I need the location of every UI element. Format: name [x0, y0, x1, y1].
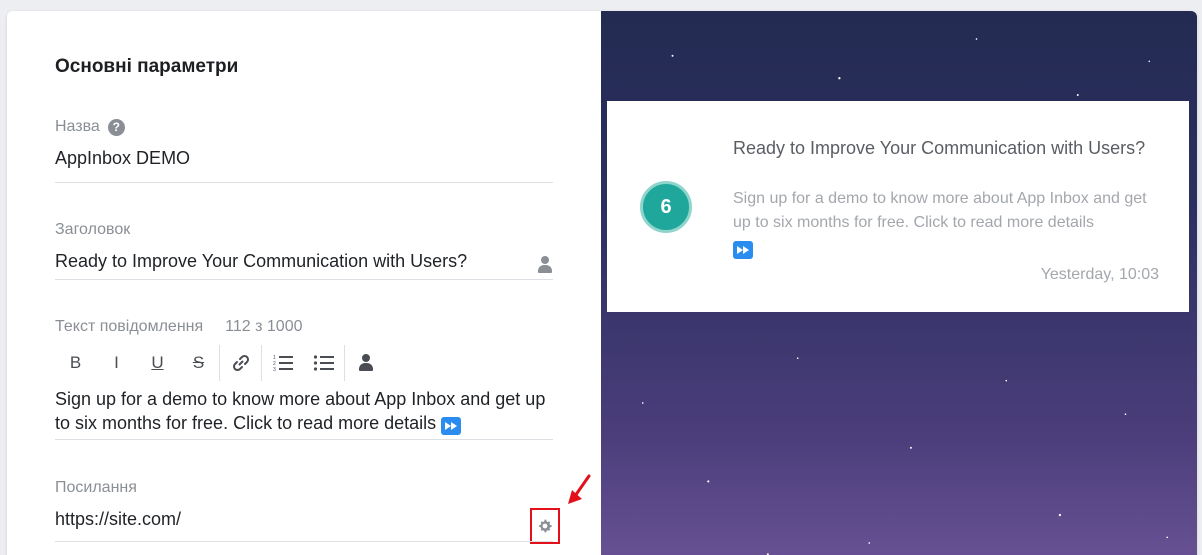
name-field-underline — [55, 182, 553, 183]
notification-preview: 6 Ready to Improve Your Communication wi… — [607, 101, 1189, 312]
personalization-person-icon[interactable] — [538, 256, 552, 274]
bulleted-list-button[interactable] — [303, 344, 344, 382]
name-field[interactable]: AppInbox DEMO — [55, 146, 190, 170]
bold-button[interactable]: B — [55, 344, 96, 382]
strikethrough-button[interactable]: S — [178, 344, 219, 382]
header-label: Заголовок — [55, 221, 131, 238]
fast-forward-icon — [441, 417, 462, 435]
header-field-underline — [55, 279, 553, 280]
svg-text:3: 3 — [273, 367, 276, 373]
link-field-underline — [55, 541, 553, 542]
notification-body-wrap: Sign up for a demo to know more about Ap… — [733, 187, 1153, 261]
link-icon — [232, 354, 249, 372]
italic-button[interactable]: I — [96, 344, 137, 382]
notification-timestamp: Yesterday, 10:03 — [1040, 266, 1159, 283]
red-arrow — [568, 474, 591, 504]
character-counter: 112 з 1000 — [225, 318, 303, 335]
underline-button[interactable]: U — [137, 344, 178, 382]
preview-pane: 6 Ready to Improve Your Communication wi… — [601, 11, 1197, 555]
numbered-list-button[interactable]: 1 2 3 — [262, 344, 303, 382]
fast-forward-icon — [733, 241, 753, 259]
link-button[interactable] — [220, 344, 261, 382]
numbered-list-icon: 1 2 3 — [273, 355, 293, 373]
message-text-field[interactable]: Sign up for a demo to know more about Ap… — [55, 387, 560, 435]
text-format-toolbar: B I U S 1 2 3 — [55, 344, 386, 382]
message-field-underline — [55, 439, 553, 440]
name-label: Назва — [55, 118, 100, 135]
bulleted-list-icon — [313, 355, 334, 371]
link-settings-button[interactable] — [530, 508, 560, 544]
person-icon — [358, 354, 373, 372]
name-label-row: Назва ? — [55, 118, 125, 136]
personalization-button[interactable] — [345, 344, 386, 382]
help-icon[interactable]: ? — [107, 118, 125, 136]
notification-avatar: 6 — [640, 181, 692, 233]
campaign-editor-card: Основні параметри Назва ? AppInbox DEMO … — [7, 11, 1197, 555]
header-label-row: Заголовок — [55, 221, 130, 239]
link-label: Посилання — [55, 479, 137, 496]
notification-title: Ready to Improve Your Communication with… — [733, 138, 1146, 158]
message-label-row: Текст повідомлення 112 з 1000 — [55, 318, 302, 336]
notification-body: Sign up for a demo to know more about Ap… — [733, 190, 1147, 231]
header-field[interactable]: Ready to Improve Your Communication with… — [55, 249, 467, 273]
message-label: Текст повідомлення — [55, 318, 204, 335]
settings-form: Основні параметри Назва ? AppInbox DEMO … — [7, 11, 601, 555]
gear-icon — [539, 519, 552, 533]
message-text: Sign up for a demo to know more about Ap… — [55, 389, 546, 433]
section-title: Основні параметри — [55, 56, 239, 77]
link-field[interactable]: https://site.com/ — [55, 507, 181, 531]
link-label-row: Посилання — [55, 479, 137, 497]
